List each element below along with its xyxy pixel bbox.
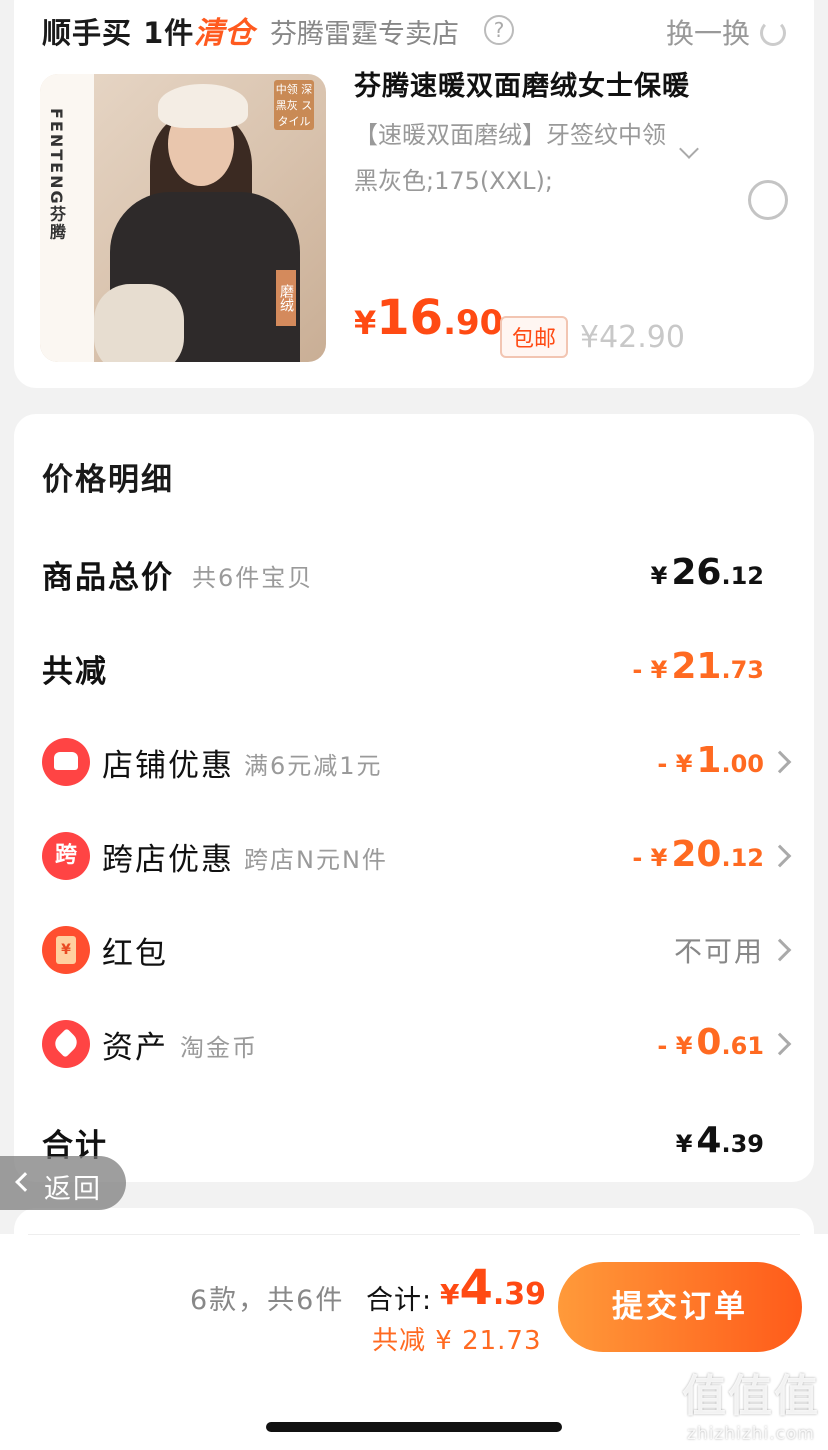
value-dec: .39 xyxy=(492,1277,547,1312)
back-label: 返回 xyxy=(44,1174,102,1205)
row-value: - ¥0.61 xyxy=(657,1022,764,1063)
currency: - ¥ xyxy=(657,1032,693,1060)
store-name[interactable]: 芬腾雷霆专卖店 xyxy=(270,12,459,51)
value-dec: .39 xyxy=(721,1130,764,1158)
original-price: ¥42.90 xyxy=(580,320,685,355)
value-int: 0 xyxy=(696,1022,722,1063)
row-red-packet[interactable]: 红包 不可用 xyxy=(42,918,792,978)
value-dec: .61 xyxy=(721,1032,764,1060)
row-total-discount: 共减 - ¥21.73 xyxy=(42,636,786,696)
chevron-down-icon[interactable] xyxy=(679,139,699,159)
product-card-header: 顺手买 1件 清仓 芬腾雷霆专卖店 ? 换一换 xyxy=(42,10,786,52)
row-label: 店铺优惠 xyxy=(102,748,234,784)
brand-logo: FENTENG芬腾 xyxy=(47,108,66,242)
row-grand-total: 合计 ¥4.39 xyxy=(42,1110,786,1170)
item-count: 6款，共6件 xyxy=(190,1285,345,1316)
chevron-right-icon xyxy=(768,750,792,774)
row-value: 不可用 xyxy=(673,935,764,968)
value-int: 20 xyxy=(671,834,722,875)
product-spec[interactable]: 【速暖双面磨绒】牙签纹中领黑灰色;175(XXL); xyxy=(354,112,674,204)
value-int: 4 xyxy=(459,1260,493,1316)
price-detail-card: 价格明细 商品总价 共6件宝贝 ¥26.12 共减 - ¥21.73 店铺优惠 … xyxy=(14,414,814,1182)
swap-button[interactable]: 换一换 xyxy=(666,12,786,52)
cross-store-icon: 跨 xyxy=(42,832,90,880)
row-item-total: 商品总价 共6件宝贝 ¥26.12 xyxy=(42,542,786,602)
watermark-url: zhizhizhi.com xyxy=(687,1424,815,1444)
value-dec: .12 xyxy=(721,844,764,872)
row-sub: 淘金币 xyxy=(180,1034,258,1062)
swap-label: 换一换 xyxy=(665,17,750,50)
currency: ¥ xyxy=(675,1130,693,1158)
row-store-discount[interactable]: 店铺优惠 满6元减1元 - ¥1.00 xyxy=(42,730,792,790)
value-dec: .12 xyxy=(721,562,764,590)
row-value: - ¥20.12 xyxy=(632,834,764,875)
product-name[interactable]: 芬腾速暖双面磨绒女士保暖 xyxy=(354,64,690,103)
price-currency: ¥ xyxy=(354,304,377,342)
currency: - ¥ xyxy=(657,750,693,778)
row-value: ¥26.12 xyxy=(651,552,764,593)
material-badge: 磨绒 xyxy=(276,270,296,326)
value-int: 4 xyxy=(696,1120,722,1161)
row-label: 红包 xyxy=(102,936,168,972)
home-indicator[interactable] xyxy=(266,1422,562,1432)
row-label: 资产 xyxy=(102,1030,168,1066)
row-value: - ¥21.73 xyxy=(632,646,764,687)
product-image[interactable]: FENTENG芬腾 中领 深黑灰 スタイル 磨绒 xyxy=(40,74,326,362)
row-value: ¥4.39 xyxy=(676,1120,764,1161)
style-badge: 中领 深黑灰 スタイル xyxy=(274,80,314,130)
clearance-tag: 清仓 xyxy=(194,16,254,51)
chevron-right-icon xyxy=(768,1032,792,1056)
coupon-tag-icon xyxy=(42,1020,90,1068)
savings-text: 共减 ¥ 21.73 xyxy=(372,1326,542,1356)
watermark: 值值值 zhizhizhi.com xyxy=(682,1360,820,1444)
select-radio[interactable] xyxy=(748,180,788,220)
shop-icon xyxy=(42,738,90,786)
row-cross-store-discount[interactable]: 跨 跨店优惠 跨店N元N件 - ¥20.12 xyxy=(42,824,792,884)
value-int: 1 xyxy=(696,740,722,781)
chevron-right-icon xyxy=(768,844,792,868)
row-label: 商品总价 xyxy=(42,560,174,596)
bottom-bar: 6款，共6件 合计: ¥4.39 共减 ¥ 21.73 提交订单 值值值 zhi… xyxy=(0,1234,828,1450)
red-packet-icon xyxy=(42,926,90,974)
row-sub: 满6元减1元 xyxy=(244,752,383,780)
value-dec: .00 xyxy=(721,750,764,778)
scarf xyxy=(94,284,184,362)
product-card: 顺手买 1件 清仓 芬腾雷霆专卖店 ? 换一换 FENTENG芬腾 中领 深黑灰… xyxy=(14,0,814,388)
help-icon[interactable]: ? xyxy=(484,15,514,45)
row-label: 共减 xyxy=(42,654,108,690)
section-title: 价格明细 xyxy=(42,462,174,498)
total-price: ¥4.39 xyxy=(440,1260,546,1316)
row-assets[interactable]: 资产 淘金币 - ¥0.61 xyxy=(42,1012,792,1072)
add-on-title: 顺手买 1件 xyxy=(42,16,195,50)
refresh-icon xyxy=(760,20,786,46)
submit-order-button[interactable]: 提交订单 xyxy=(558,1262,802,1352)
value-dec: .73 xyxy=(721,656,764,684)
row-label: 跨店优惠 xyxy=(102,842,234,878)
back-button[interactable]: 返回 xyxy=(0,1156,126,1210)
watermark-logo: 值值值 xyxy=(682,1371,820,1422)
currency: ¥ xyxy=(440,1278,460,1311)
chevron-right-icon xyxy=(768,938,792,962)
currency: - ¥ xyxy=(632,656,668,684)
currency: ¥ xyxy=(650,562,668,590)
price-integer: 16 xyxy=(376,290,444,346)
chevron-left-icon xyxy=(15,1172,35,1192)
price-decimal: .90 xyxy=(443,303,504,343)
row-sub: 共6件宝贝 xyxy=(192,564,314,592)
free-shipping-badge: 包邮 xyxy=(500,316,569,358)
product-price: ¥16.90 xyxy=(354,290,503,346)
value-int: 26 xyxy=(671,552,722,593)
total-label: 合计: xyxy=(366,1285,433,1316)
currency: - ¥ xyxy=(632,844,668,872)
row-sub: 跨店N元N件 xyxy=(244,846,388,874)
value-int: 21 xyxy=(671,646,722,687)
model-hat xyxy=(158,84,248,128)
divider xyxy=(28,1234,800,1235)
row-value: - ¥1.00 xyxy=(657,740,764,781)
